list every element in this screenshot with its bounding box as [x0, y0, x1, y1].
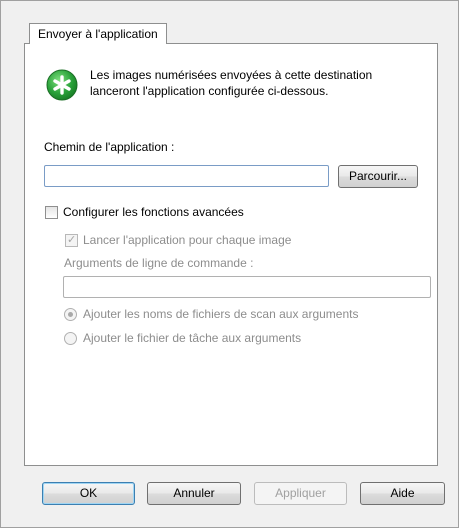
cancel-button[interactable]: Annuler	[147, 482, 241, 505]
cmd-args-input[interactable]	[63, 276, 431, 298]
browse-button[interactable]: Parcourir...	[338, 165, 418, 188]
green-star-icon	[46, 69, 78, 101]
apply-button[interactable]: Appliquer	[254, 482, 347, 505]
tab-send-to-application[interactable]: Envoyer à l'application	[29, 23, 167, 44]
help-button[interactable]: Aide	[360, 482, 445, 505]
advanced-functions-label[interactable]: Configurer les fonctions avancées	[63, 205, 244, 219]
app-path-label: Chemin de l'application :	[44, 140, 175, 154]
ok-button[interactable]: OK	[42, 482, 135, 505]
radio-add-taskfile[interactable]	[64, 332, 77, 345]
tab-panel	[24, 43, 438, 466]
checkmark-icon: ✓	[67, 234, 77, 246]
advanced-functions-checkbox[interactable]	[45, 206, 58, 219]
app-path-input[interactable]	[44, 165, 329, 187]
cmd-args-label: Arguments de ligne de commande :	[64, 256, 254, 270]
info-description: Les images numérisées envoyées à cette d…	[90, 68, 373, 98]
radio-selected-dot	[68, 312, 73, 317]
launch-per-image-checkbox[interactable]: ✓	[65, 234, 78, 247]
radio-add-filenames[interactable]	[64, 308, 77, 321]
radio-add-taskfile-label[interactable]: Ajouter le fichier de tâche aux argument…	[83, 331, 301, 345]
launch-per-image-label[interactable]: Lancer l'application pour chaque image	[83, 233, 291, 247]
radio-add-filenames-label[interactable]: Ajouter les noms de fichiers de scan aux…	[83, 307, 358, 321]
